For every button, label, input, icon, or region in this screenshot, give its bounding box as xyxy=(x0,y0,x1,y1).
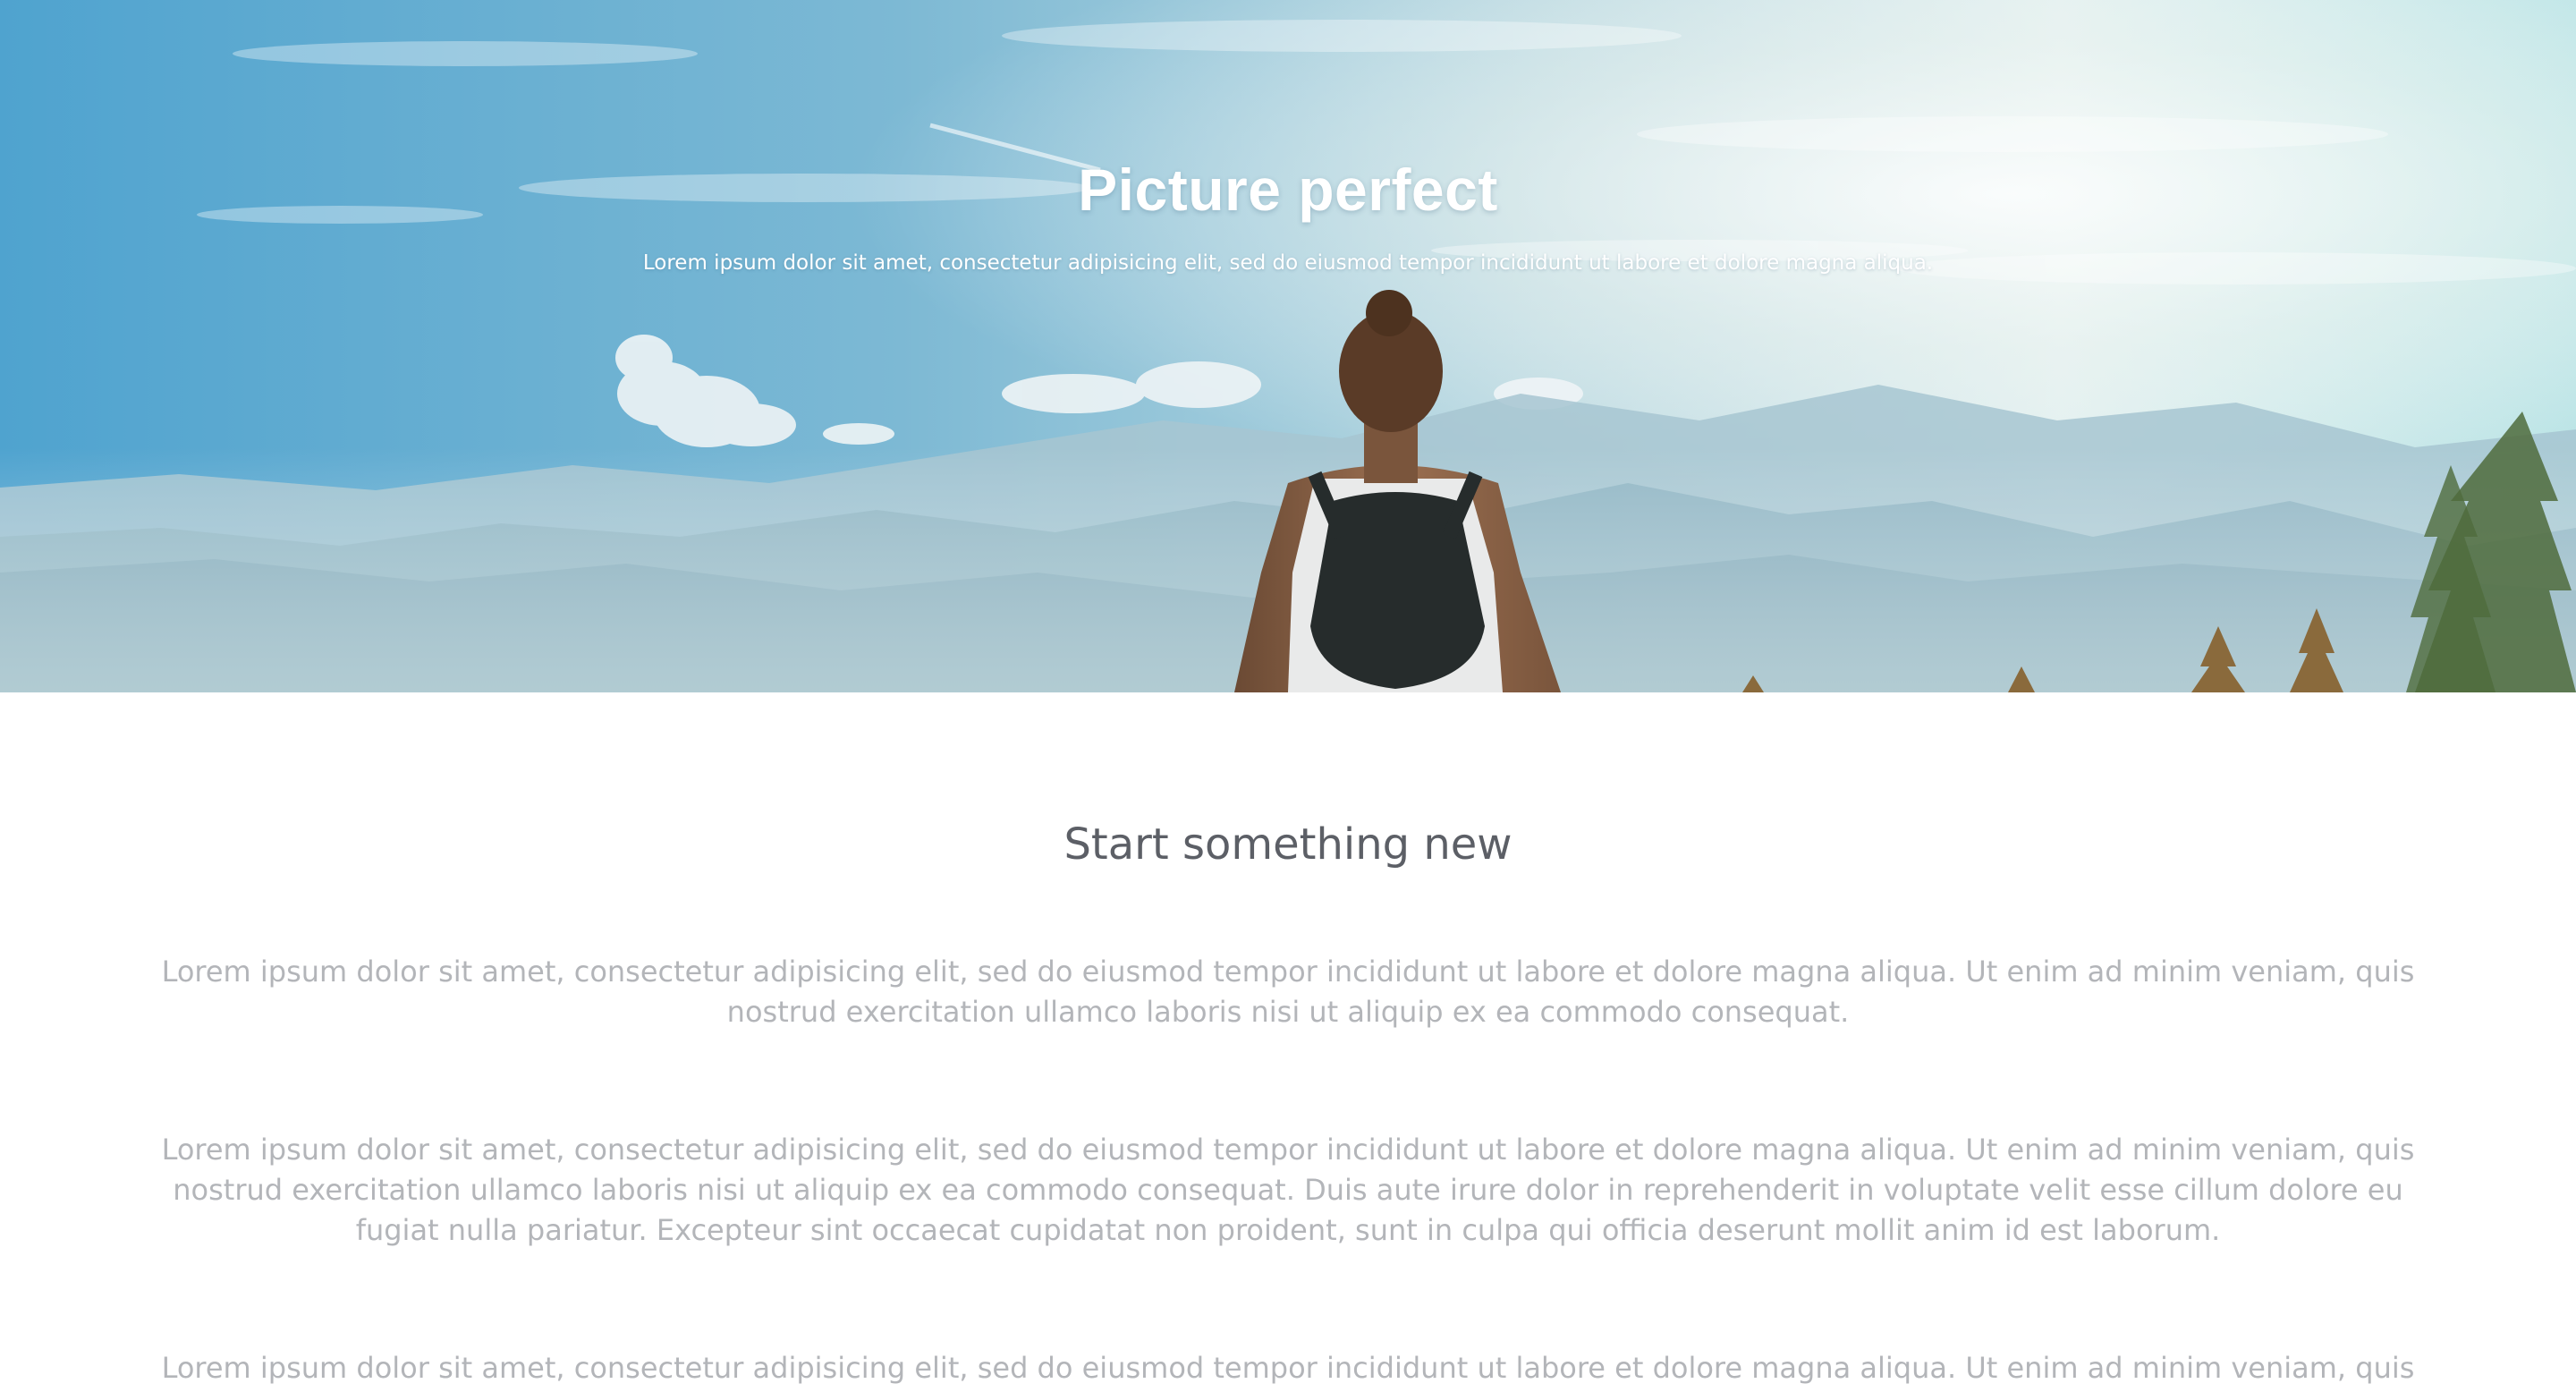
body-paragraph: Lorem ipsum dolor sit amet, consectetur … xyxy=(161,955,2415,1029)
page: Picture perfect Lorem ipsum dolor sit am… xyxy=(0,0,2576,1392)
hero-banner: Picture perfect Lorem ipsum dolor sit am… xyxy=(0,0,2576,692)
body-paragraph: Lorem ipsum dolor sit amet, consectetur … xyxy=(161,1351,2415,1392)
hero-title: Picture perfect xyxy=(1078,157,1498,224)
section-heading: Start something new xyxy=(1063,819,1513,870)
body-paragraph: Lorem ipsum dolor sit amet, consectetur … xyxy=(161,1133,2415,1247)
hero-background-image xyxy=(0,0,2576,692)
content-section: Start something new Lorem ipsum dolor si… xyxy=(0,692,2576,1392)
hero-subtitle: Lorem ipsum dolor sit amet, consectetur … xyxy=(642,251,1934,275)
